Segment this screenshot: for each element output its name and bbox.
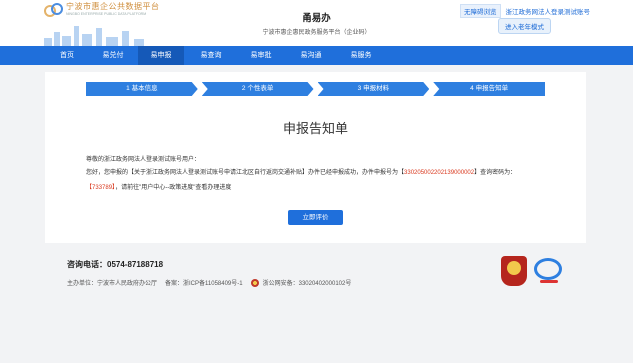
step-notice: 4 申报告知单 (433, 82, 545, 96)
nav-item-home[interactable]: 首页 (44, 46, 90, 65)
nav-item-approve[interactable]: 易审批 (238, 46, 284, 65)
nav-item-apply[interactable]: 易申报 (138, 46, 184, 65)
phone-number: 0574-87188718 (107, 260, 164, 269)
phone-label: 咨询电话： (67, 260, 107, 269)
party-government-badge-icon[interactable] (501, 256, 527, 286)
main-nav: 首页 易兑付 易申报 易查询 易审批 易沟通 易服务 (0, 46, 633, 65)
notice-greeting: 尊敬的浙江政务网法人登录测试账号用户： (86, 157, 201, 163)
nav-item-query[interactable]: 易查询 (188, 46, 234, 65)
footer-info: 主办单位：宁波市人民政府办公厅 备案：浙ICP备11058409号-1 浙公网安… (67, 278, 359, 287)
icp-link[interactable]: 备案：浙ICP备11058409号-1 (165, 278, 243, 287)
security-record-link[interactable]: 浙公网安备：33020402000102号 (263, 278, 352, 287)
step-materials: 3 申报材料 (318, 82, 430, 96)
step-basic-info: 1 基本信息 (86, 82, 198, 96)
nav-item-service[interactable]: 易服务 (338, 46, 384, 65)
elder-mode-button[interactable]: 进入老年模式 (498, 18, 551, 34)
nav-item-communicate[interactable]: 易沟通 (288, 46, 334, 65)
nav-item-redeem[interactable]: 易兑付 (90, 46, 136, 65)
application-number: 330205002202139000002 (404, 170, 475, 176)
notice-title: 申报告知单 (282, 121, 348, 136)
step-custom-form: 2 个性表单 (202, 82, 314, 96)
notice-body: 您好，您申报的【关于浙江政务网法人登录测试账号申请江北区自行返岗交通补贴】办件已… (86, 166, 548, 196)
footer-phone: 咨询电话：0574-87188718 (67, 259, 163, 270)
sponsor-text: 主办单位：宁波市人民政府办公厅 (67, 281, 158, 287)
police-badge-icon (250, 278, 259, 287)
evaluate-button[interactable]: 立即评价 (288, 210, 343, 225)
notice-card: 1 基本信息 2 个性表单 3 申报材料 4 申报告知单 申报告知单 尊敬的浙江… (45, 72, 586, 243)
site-header: 宁波市惠企公共数据平台 NINGBO ENTERPRISE PUBLIC DAT… (0, 0, 633, 46)
user-name-link[interactable]: 浙江政务网法人登录测试账号 (506, 6, 591, 16)
accessible-browse-button[interactable]: 无障碍浏览 (460, 4, 501, 18)
notice-text-part2: 】查询密码为： (474, 170, 517, 176)
notice-text-part1: 您好，您申报的【关于浙江政务网法人登录测试账号申请江北区自行返岗交通补贴】办件已… (86, 170, 405, 176)
query-password: 733789 (92, 185, 113, 191)
top-utility-bar: 无障碍浏览 浙江政务网法人登录测试账号 (460, 4, 590, 18)
step-progress: 1 基本信息 2 个性表单 3 申报材料 4 申报告知单 (86, 82, 545, 96)
gov-mascot-badge-icon[interactable] (532, 256, 566, 286)
notice-text-part3: ，请前往"用户中心--政策进度"查看办理进度 (115, 185, 232, 191)
